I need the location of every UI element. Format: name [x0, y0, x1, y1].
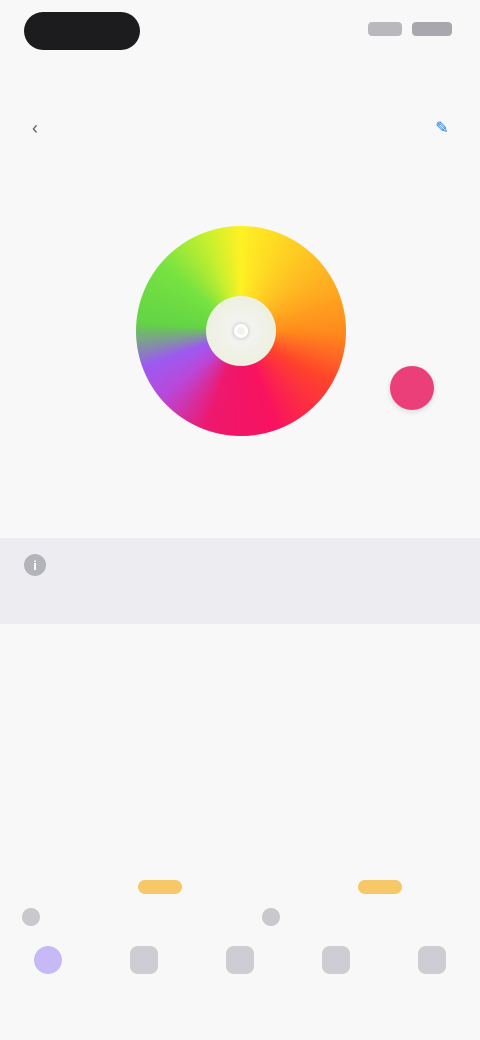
nav-item-2[interactable] [114, 946, 174, 998]
status-bar [0, 0, 480, 64]
nav-icon [418, 946, 446, 974]
nav-item-3[interactable] [210, 946, 270, 998]
tab-2[interactable] [170, 78, 190, 90]
feature-badge [358, 880, 402, 894]
nav-item-1[interactable] [18, 946, 78, 998]
toolbar: ‹ ✎ [0, 108, 480, 148]
selected-color-swatch[interactable] [390, 366, 434, 410]
nav-item-5[interactable] [402, 946, 462, 998]
nav-home-icon [34, 946, 62, 974]
feature-icon [262, 908, 280, 926]
signal-icon [368, 22, 402, 36]
feature-badge [138, 880, 182, 894]
edit-icon[interactable]: ✎ [430, 116, 454, 140]
info-banner [0, 538, 480, 624]
nav-item-4[interactable] [306, 946, 366, 998]
nav-icon [322, 946, 350, 974]
top-tabs [0, 66, 480, 102]
bottom-nav [0, 940, 480, 1040]
tab-1[interactable] [50, 78, 70, 90]
tab-3[interactable] [290, 78, 310, 90]
info-icon: i [24, 554, 46, 576]
feature-icon [22, 908, 40, 926]
battery-icon [412, 22, 452, 36]
dynamic-island [24, 12, 140, 50]
feature-item[interactable] [262, 880, 432, 940]
status-icons [368, 22, 452, 36]
color-wheel-handle[interactable] [234, 324, 248, 338]
back-icon[interactable]: ‹ [24, 117, 46, 139]
nav-icon [226, 946, 254, 974]
feature-item[interactable] [22, 880, 192, 940]
color-wheel[interactable] [136, 226, 346, 436]
tab-4[interactable] [410, 78, 430, 90]
nav-icon [130, 946, 158, 974]
